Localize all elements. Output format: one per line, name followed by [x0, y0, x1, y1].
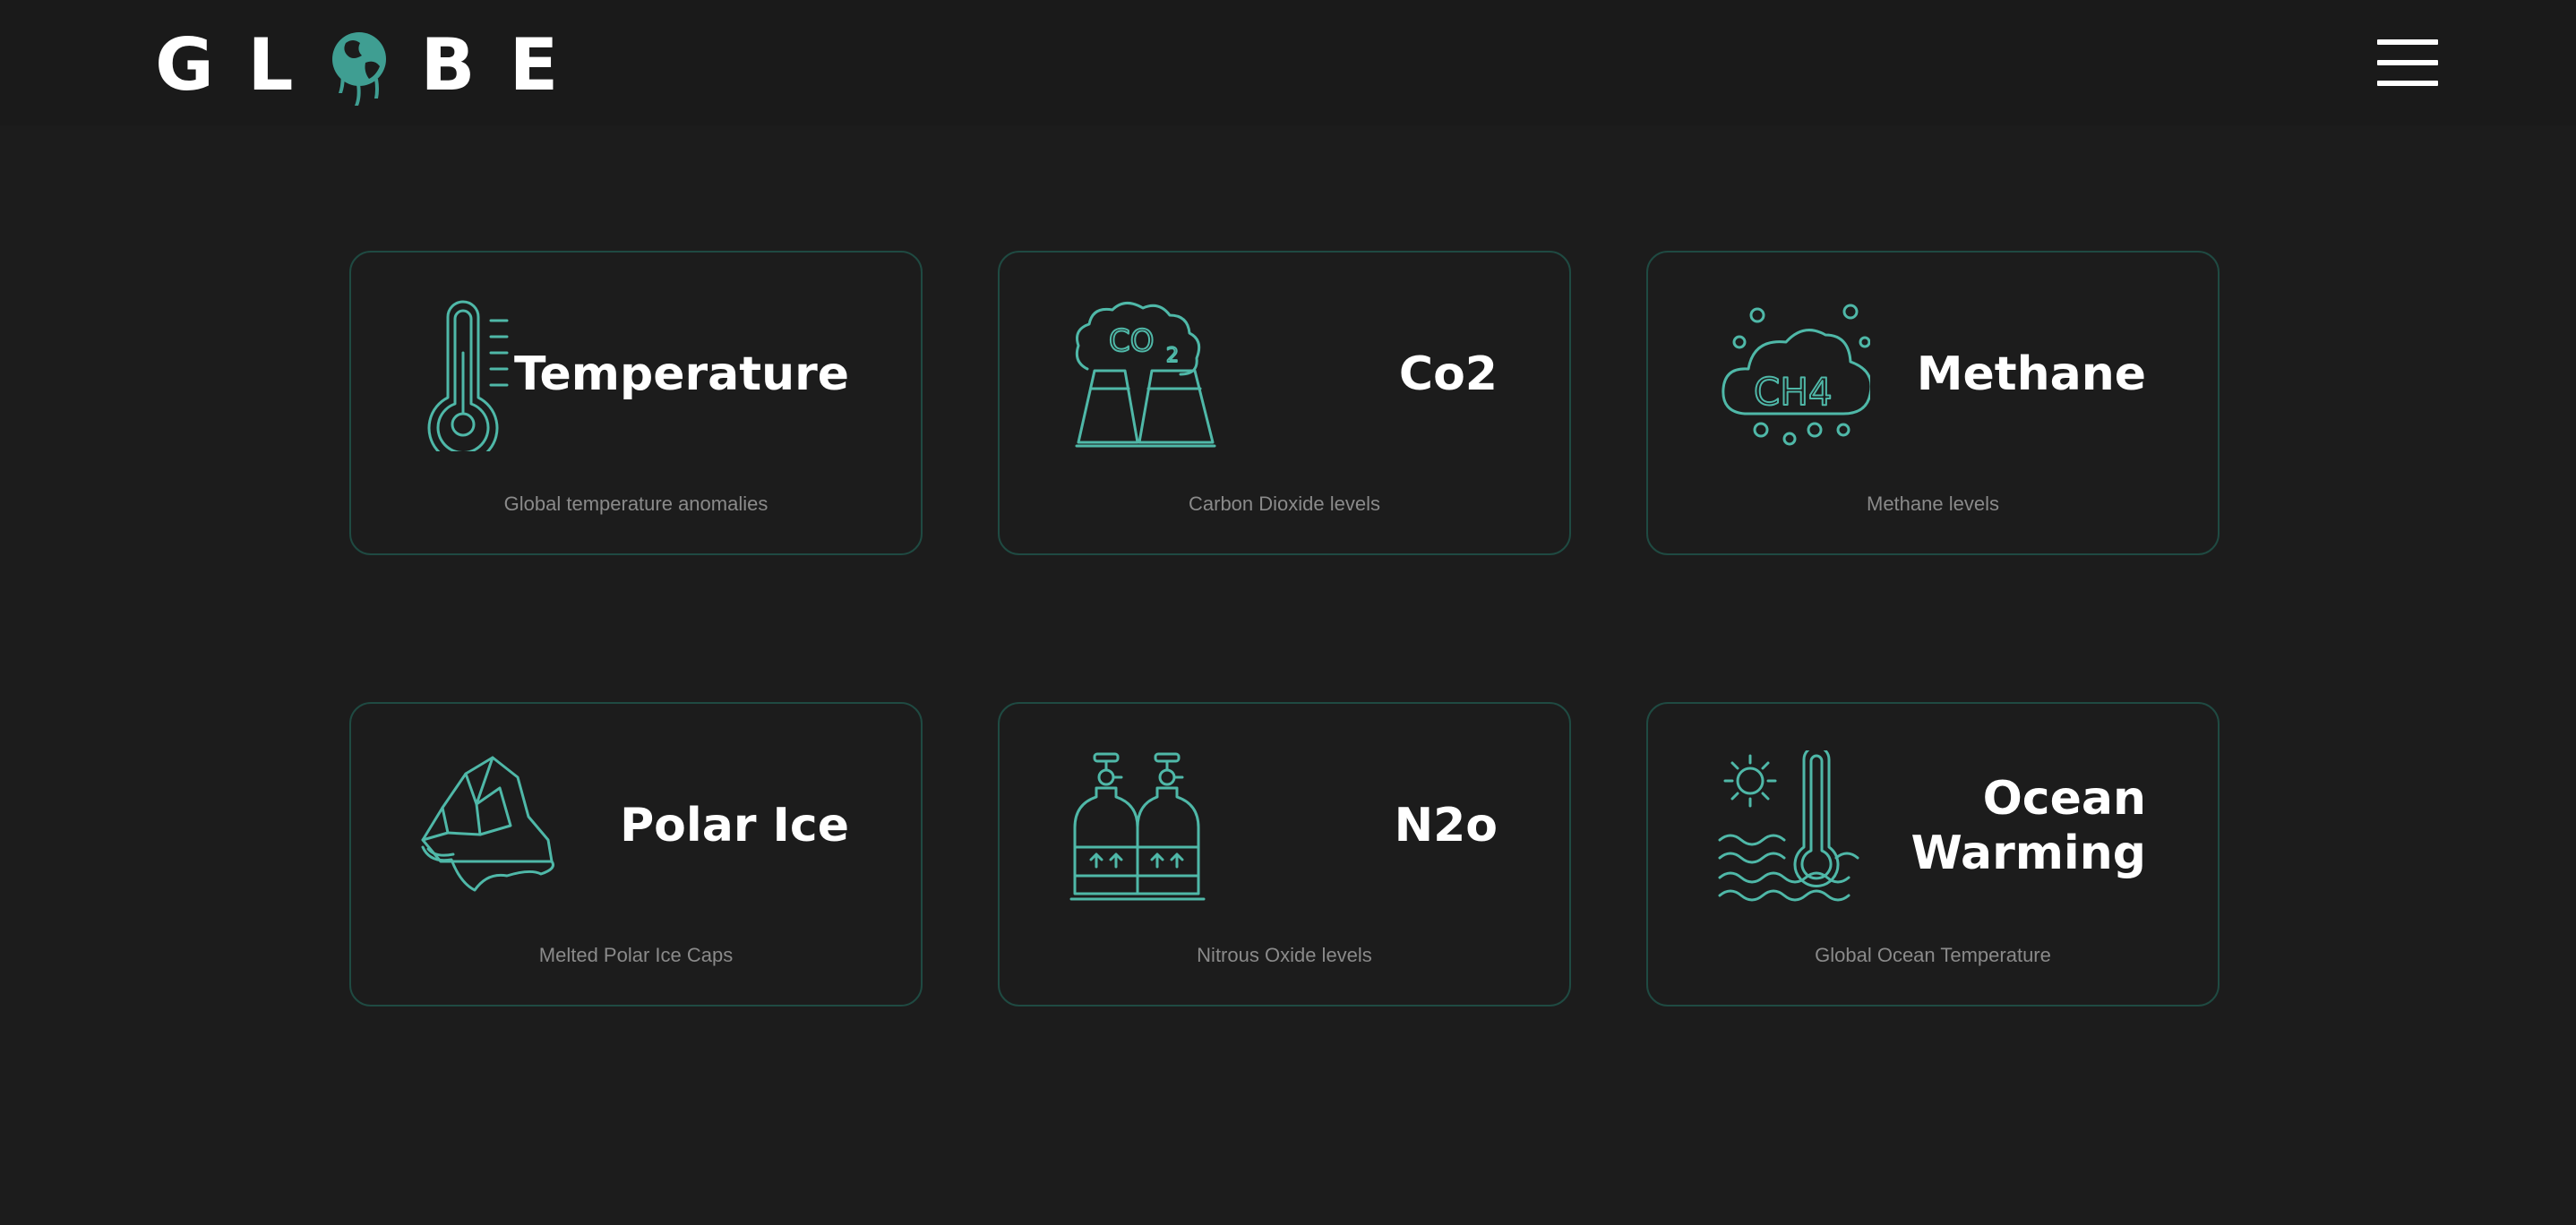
iceberg-icon — [421, 750, 573, 903]
gas-cylinders-icon — [1069, 750, 1222, 903]
card-ocean-warming[interactable]: Ocean Warming Global Ocean Temperature — [1646, 702, 2220, 1007]
co2-factory-icon: CO 2 — [1069, 299, 1222, 451]
svg-text:CO: CO — [1109, 323, 1155, 359]
ocean-thermometer-icon — [1718, 750, 1870, 903]
card-title: N2o — [1394, 799, 1498, 853]
card-title: Ocean Warming — [1911, 771, 2147, 880]
earth-globe-icon — [326, 20, 392, 109]
card-description: Global Ocean Temperature — [1815, 944, 2051, 966]
site-header: G L B E — [0, 0, 2576, 125]
logo-letter-e: E — [509, 22, 559, 107]
card-temperature[interactable]: Temperature Global temperature anomalies — [349, 251, 923, 555]
card-description: Nitrous Oxide levels — [1197, 944, 1372, 966]
card-title: Methane — [1916, 347, 2146, 402]
card-polar-ice[interactable]: Polar Ice Melted Polar Ice Caps — [349, 702, 923, 1007]
logo-letter-l: L — [247, 22, 294, 107]
card-description: Melted Polar Ice Caps — [538, 944, 734, 966]
card-co2[interactable]: CO 2 Co2 Carbon Dioxide levels — [998, 251, 1571, 555]
svg-text:CH4: CH4 — [1754, 370, 1833, 414]
hamburger-menu-icon[interactable] — [2377, 39, 2438, 86]
card-n2o[interactable]: N2o Nitrous Oxide levels — [998, 702, 1571, 1007]
logo-letter-b: B — [420, 22, 476, 107]
svg-text:2: 2 — [1166, 345, 1179, 367]
card-description: Carbon Dioxide levels — [1189, 493, 1380, 515]
globe-logo[interactable]: G L B E — [154, 20, 589, 109]
card-description: Methane levels — [1867, 493, 1999, 515]
logo-letter-g: G — [155, 22, 214, 107]
ch4-cloud-icon: CH4 — [1718, 299, 1870, 451]
card-title: Temperature — [513, 347, 849, 402]
card-description: Global temperature anomalies — [503, 493, 769, 515]
card-title: Co2 — [1398, 347, 1498, 402]
card-title: Polar Ice — [620, 799, 849, 853]
card-methane[interactable]: CH4 Methane Methane levels — [1646, 251, 2220, 555]
